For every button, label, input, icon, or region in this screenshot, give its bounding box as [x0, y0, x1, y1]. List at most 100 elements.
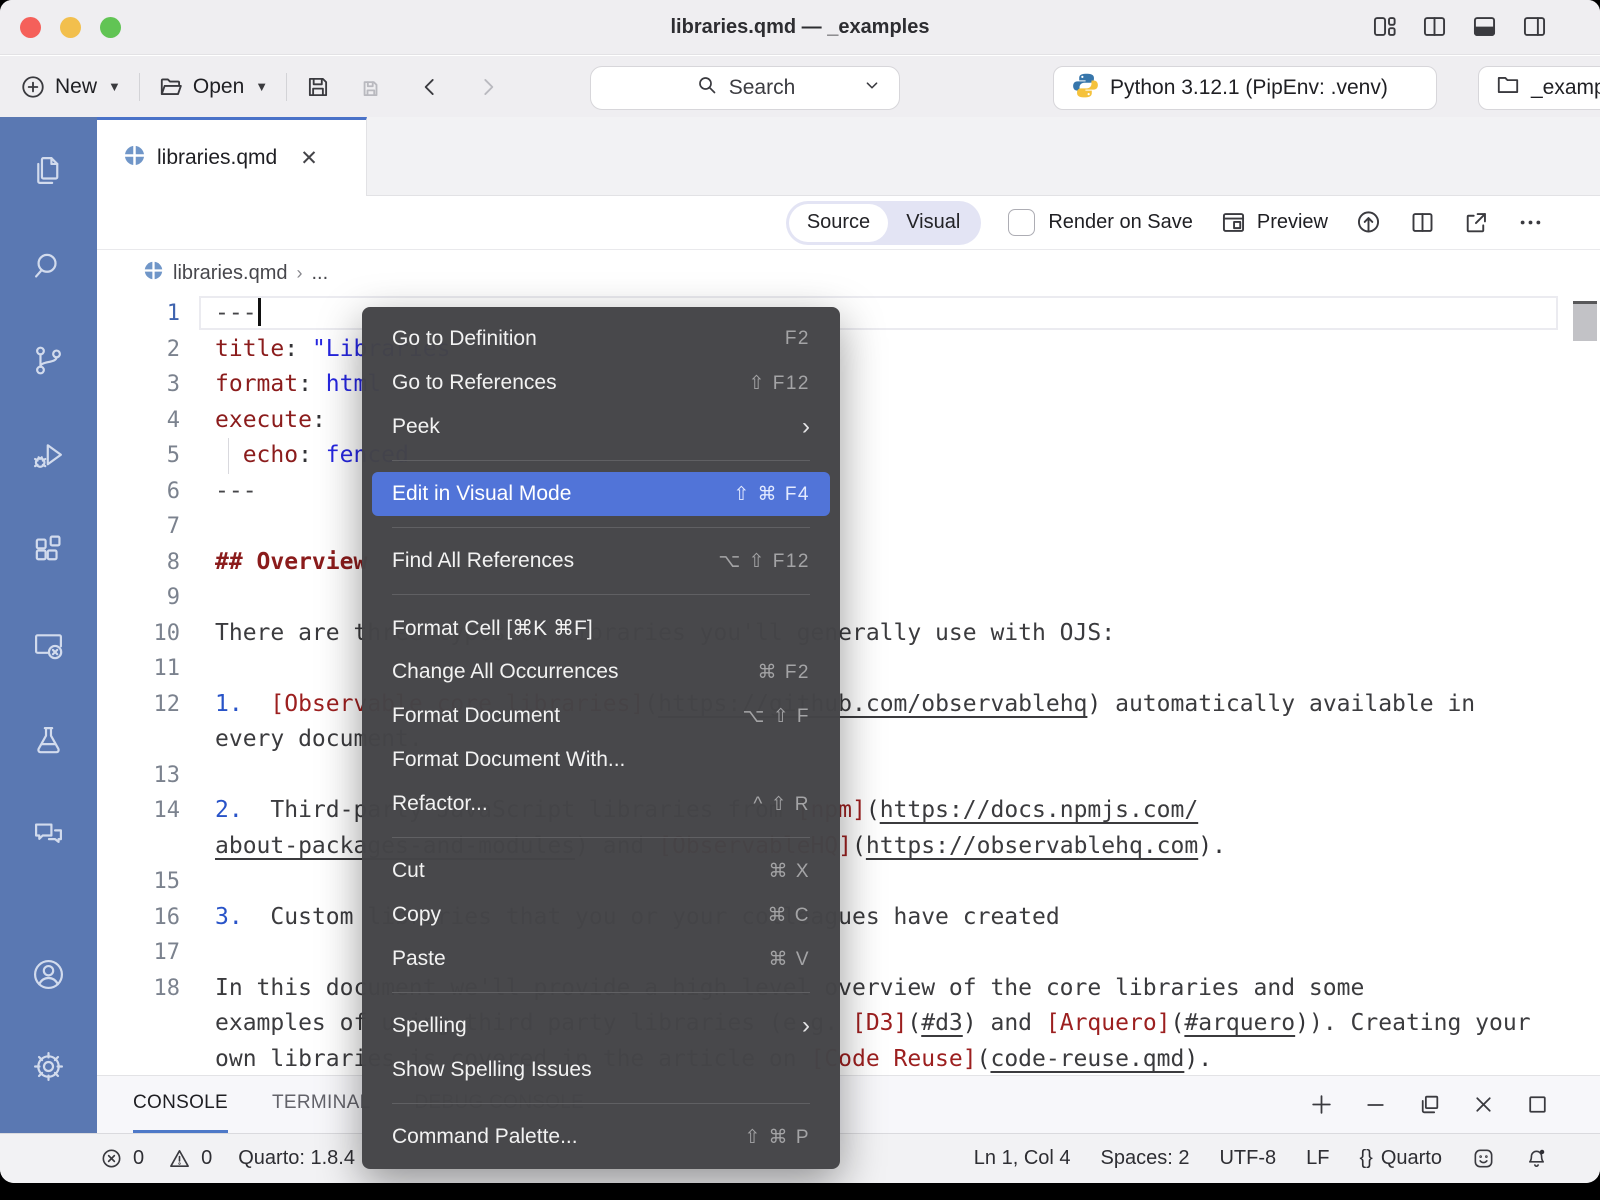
- restore-panel-icon[interactable]: [1417, 1092, 1442, 1117]
- minimize-panel-icon[interactable]: [1363, 1092, 1388, 1117]
- interpreter-label: Python 3.12.1 (PipEnv: .venv): [1110, 76, 1388, 100]
- back-icon[interactable]: [417, 74, 443, 100]
- code-line: 6---: [97, 474, 1600, 510]
- eol-status[interactable]: LF: [1306, 1147, 1329, 1170]
- menu-item[interactable]: Show Spelling Issues: [362, 1048, 840, 1092]
- menu-separator: [392, 460, 810, 461]
- render-on-save-label: Render on Save: [1048, 211, 1193, 234]
- sidebar-item-remote-session[interactable]: [0, 600, 97, 695]
- menu-item[interactable]: Peek›: [362, 405, 840, 449]
- search-icon: [695, 73, 719, 103]
- split-editor-icon[interactable]: [1409, 209, 1436, 236]
- menu-item[interactable]: Format Document⌥ ⇧ F: [362, 694, 840, 738]
- sidebar-item-comments[interactable]: [0, 790, 97, 885]
- tab-libraries-qmd[interactable]: libraries.qmd ✕: [97, 117, 367, 196]
- code-line: 1---: [97, 296, 1600, 332]
- line-number: 18: [97, 971, 180, 1007]
- workspace-selector[interactable]: _examples: [1478, 66, 1600, 110]
- line-number: 1: [97, 296, 180, 332]
- breadcrumb-more[interactable]: ...: [311, 262, 328, 285]
- panel-tab-console[interactable]: CONSOLE: [133, 1076, 228, 1133]
- chevron-down-icon: [861, 74, 883, 102]
- account-button[interactable]: [31, 931, 66, 1023]
- new-console-plus-icon[interactable]: [1309, 1092, 1334, 1117]
- cursor-position-status[interactable]: Ln 1, Col 4: [974, 1147, 1071, 1170]
- save-all-icon[interactable]: [357, 74, 383, 100]
- feedback-button[interactable]: [1472, 1147, 1495, 1170]
- quarto-version-label: Quarto: 1.8.4: [238, 1147, 355, 1170]
- menu-item[interactable]: Cut⌘ X: [362, 849, 840, 893]
- toggle-panel-icon[interactable]: [1471, 13, 1498, 45]
- render-on-save-checkbox[interactable]: [1008, 209, 1035, 236]
- menu-item[interactable]: Format Document With...: [362, 738, 840, 782]
- code-line: 2title: "Libraries": [97, 332, 1600, 368]
- menu-item[interactable]: Edit in Visual Mode⇧ ⌘ F4: [372, 472, 830, 516]
- maximize-panel-icon[interactable]: [1525, 1092, 1550, 1117]
- split-editor-layout-icon[interactable]: [1421, 13, 1448, 45]
- breadcrumb-file[interactable]: libraries.qmd: [173, 262, 287, 285]
- open-external-icon[interactable]: [1463, 209, 1490, 236]
- sidebar-item-testing[interactable]: [0, 695, 97, 790]
- explorer-icon: [31, 153, 66, 193]
- code-line: examples of using third party libraries …: [97, 1006, 1600, 1042]
- encoding-status[interactable]: UTF-8: [1219, 1147, 1276, 1170]
- language-mode-status[interactable]: {} Quarto: [1359, 1147, 1442, 1170]
- folder-icon: [1495, 72, 1521, 104]
- menu-item[interactable]: Go to References⇧ F12: [362, 361, 840, 405]
- editor-scrollbar[interactable]: [1573, 304, 1597, 341]
- code-line: 13: [97, 758, 1600, 794]
- quarto-version-status[interactable]: Quarto: 1.8.4: [238, 1147, 355, 1170]
- code-line: 15: [97, 864, 1600, 900]
- menu-item[interactable]: Format Cell [⌘K ⌘F]: [362, 606, 840, 650]
- quarto-icon: [143, 260, 164, 287]
- open-button[interactable]: Open ▼: [158, 74, 268, 100]
- close-panel-icon[interactable]: [1471, 1092, 1496, 1117]
- menu-item[interactable]: Go to DefinitionF2: [362, 317, 840, 361]
- forward-icon[interactable]: [475, 74, 501, 100]
- menu-item[interactable]: Paste⌘ V: [362, 937, 840, 981]
- line-number: [97, 1042, 180, 1076]
- menu-item[interactable]: Refactor...^ ⇧ R: [362, 782, 840, 826]
- menu-item[interactable]: Copy⌘ C: [362, 893, 840, 937]
- code-line: 10There are three types of libraries you…: [97, 616, 1600, 652]
- customize-layout-icon[interactable]: [1371, 13, 1398, 45]
- interpreter-selector[interactable]: Python 3.12.1 (PipEnv: .venv): [1053, 66, 1437, 110]
- menu-item[interactable]: Command Palette...⇧ ⌘ P: [362, 1115, 840, 1159]
- menu-item[interactable]: Change All Occurrences⌘ F2: [362, 650, 840, 694]
- sidebar-item-extensions[interactable]: [0, 505, 97, 600]
- sidebar-item-explorer[interactable]: [0, 125, 97, 220]
- warning-icon: [168, 1147, 191, 1170]
- source-mode-button[interactable]: Source: [789, 204, 888, 242]
- sidebar-item-run-debug[interactable]: [0, 410, 97, 505]
- line-number: 2: [97, 332, 180, 368]
- panel-tab-terminal[interactable]: TERMINAL: [272, 1076, 370, 1133]
- code-editor[interactable]: 1---2title: "Libraries"3format: html4exe…: [97, 296, 1600, 1075]
- editor-actions: Source Visual Render on Save Preview: [97, 196, 1600, 250]
- menu-separator: [392, 837, 810, 838]
- preview-button[interactable]: Preview: [1220, 209, 1328, 236]
- visual-mode-button[interactable]: Visual: [888, 204, 978, 242]
- indentation-status[interactable]: Spaces: 2: [1101, 1147, 1190, 1170]
- close-tab-icon[interactable]: ✕: [300, 146, 318, 171]
- menu-item[interactable]: Find All References⌥ ⇧ F12: [362, 539, 840, 583]
- code-line: 3format: html: [97, 367, 1600, 403]
- notifications-button[interactable]: [1525, 1147, 1548, 1170]
- search-input[interactable]: Search: [590, 66, 900, 110]
- settings-button[interactable]: [31, 1023, 66, 1115]
- sidebar-item-source-control[interactable]: [0, 315, 97, 410]
- new-button[interactable]: New ▼: [20, 74, 121, 100]
- toggle-secondary-sidebar-icon[interactable]: [1521, 13, 1548, 45]
- line-number: 9: [97, 580, 180, 616]
- tab-label: libraries.qmd: [157, 146, 277, 170]
- render-circle-arrow-icon[interactable]: [1355, 209, 1382, 236]
- problems-status[interactable]: 0 0: [100, 1147, 212, 1170]
- more-actions-icon[interactable]: [1517, 209, 1544, 236]
- workspace-label: _examples: [1531, 76, 1600, 100]
- line-number: 16: [97, 900, 180, 936]
- save-icon[interactable]: [305, 74, 331, 100]
- language-mode-label: Quarto: [1381, 1147, 1442, 1170]
- menu-item[interactable]: Spelling›: [362, 1004, 840, 1048]
- sidebar-item-search[interactable]: [0, 220, 97, 315]
- line-number: 10: [97, 616, 180, 652]
- line-number: 15: [97, 864, 180, 900]
